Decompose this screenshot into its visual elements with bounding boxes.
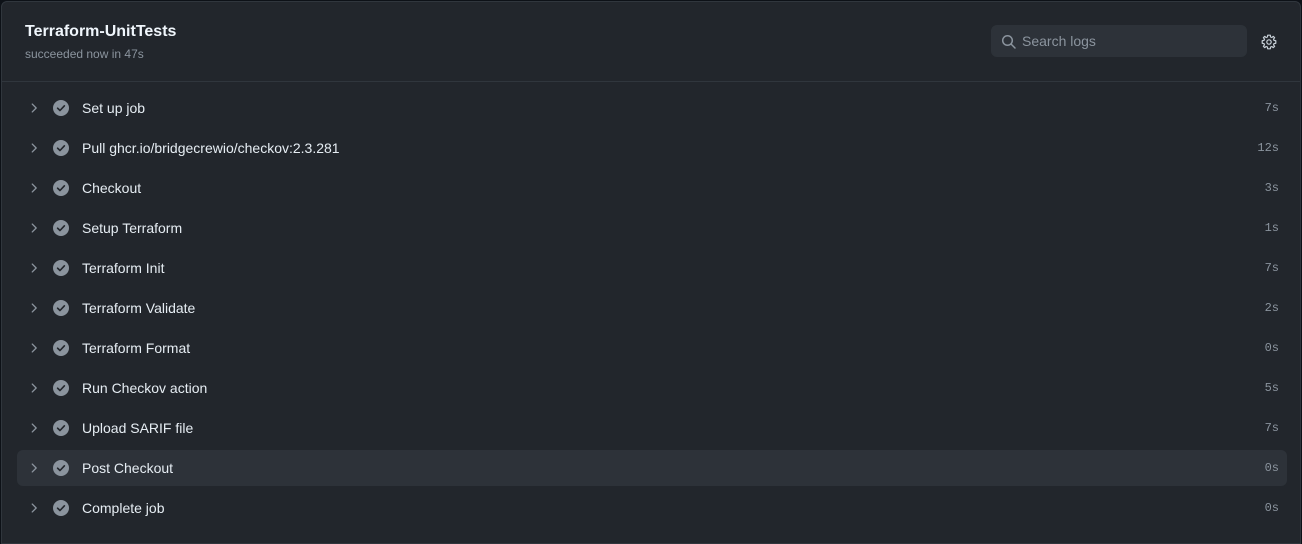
step-duration: 7s bbox=[1264, 421, 1279, 435]
chevron-right-icon[interactable] bbox=[27, 301, 41, 315]
step-duration: 0s bbox=[1264, 501, 1279, 515]
step-row[interactable]: Upload SARIF file 7s bbox=[17, 410, 1287, 446]
gear-icon[interactable] bbox=[1261, 34, 1277, 50]
search-box[interactable] bbox=[991, 25, 1247, 57]
step-name: Run Checkov action bbox=[82, 380, 208, 396]
chevron-right-icon[interactable] bbox=[27, 461, 41, 475]
check-circle-icon bbox=[53, 180, 69, 196]
step-row[interactable]: Checkout 3s bbox=[17, 170, 1287, 206]
step-name: Complete job bbox=[82, 500, 165, 516]
step-row[interactable]: Complete job 0s bbox=[17, 490, 1287, 526]
step-name: Set up job bbox=[82, 100, 146, 116]
check-circle-icon bbox=[53, 380, 69, 396]
step-row[interactable]: Run Checkov action 5s bbox=[17, 370, 1287, 406]
step-row[interactable]: Terraform Validate 2s bbox=[17, 290, 1287, 326]
step-name: Checkout bbox=[82, 180, 142, 196]
check-circle-icon bbox=[53, 340, 69, 356]
check-circle-icon bbox=[53, 460, 69, 476]
chevron-right-icon[interactable] bbox=[27, 261, 41, 275]
chevron-right-icon[interactable] bbox=[27, 381, 41, 395]
search-input[interactable] bbox=[1022, 26, 1237, 56]
step-name: Setup Terraform bbox=[82, 220, 183, 236]
step-row[interactable]: Terraform Init 7s bbox=[17, 250, 1287, 286]
step-name: Terraform Format bbox=[82, 340, 191, 356]
check-circle-icon bbox=[53, 420, 69, 436]
step-name: Upload SARIF file bbox=[82, 420, 194, 436]
check-circle-icon bbox=[53, 220, 69, 236]
step-row[interactable]: Terraform Format 0s bbox=[17, 330, 1287, 366]
step-duration: 2s bbox=[1264, 301, 1279, 315]
job-log-panel: Terraform-UnitTests succeeded now in 47s… bbox=[1, 1, 1301, 544]
chevron-right-icon[interactable] bbox=[27, 341, 41, 355]
check-circle-icon bbox=[53, 100, 69, 116]
step-row[interactable]: Post Checkout 0s bbox=[17, 450, 1287, 486]
step-row[interactable]: Setup Terraform 1s bbox=[17, 210, 1287, 246]
job-title: Terraform-UnitTests bbox=[25, 23, 177, 40]
chevron-right-icon[interactable] bbox=[27, 141, 41, 155]
check-circle-icon bbox=[53, 260, 69, 276]
step-name: Post Checkout bbox=[82, 460, 174, 476]
step-duration: 3s bbox=[1264, 181, 1279, 195]
chevron-right-icon[interactable] bbox=[27, 421, 41, 435]
step-name: Pull ghcr.io/bridgecrewio/checkov:2.3.28… bbox=[82, 140, 340, 156]
check-circle-icon bbox=[53, 140, 69, 156]
step-name: Terraform Init bbox=[82, 260, 165, 276]
step-duration: 7s bbox=[1264, 101, 1279, 115]
chevron-right-icon[interactable] bbox=[27, 221, 41, 235]
step-duration: 12s bbox=[1257, 141, 1279, 155]
step-duration: 7s bbox=[1264, 261, 1279, 275]
step-duration: 5s bbox=[1264, 381, 1279, 395]
check-circle-icon bbox=[53, 300, 69, 316]
step-row[interactable]: Pull ghcr.io/bridgecrewio/checkov:2.3.28… bbox=[17, 130, 1287, 166]
chevron-right-icon[interactable] bbox=[27, 501, 41, 515]
step-duration: 1s bbox=[1264, 221, 1279, 235]
step-name: Terraform Validate bbox=[82, 300, 196, 316]
step-duration: 0s bbox=[1264, 461, 1279, 475]
chevron-right-icon[interactable] bbox=[27, 181, 41, 195]
check-circle-icon bbox=[53, 500, 69, 516]
step-duration: 0s bbox=[1264, 341, 1279, 355]
step-row[interactable]: Set up job 7s bbox=[17, 90, 1287, 126]
job-status: succeeded now in 47s bbox=[25, 47, 144, 61]
job-header: Terraform-UnitTests succeeded now in 47s bbox=[2, 2, 1300, 82]
search-icon bbox=[1001, 34, 1016, 49]
chevron-right-icon[interactable] bbox=[27, 101, 41, 115]
steps-list: Set up job 7s Pull ghcr.io/bridgecrewio/… bbox=[17, 90, 1287, 530]
